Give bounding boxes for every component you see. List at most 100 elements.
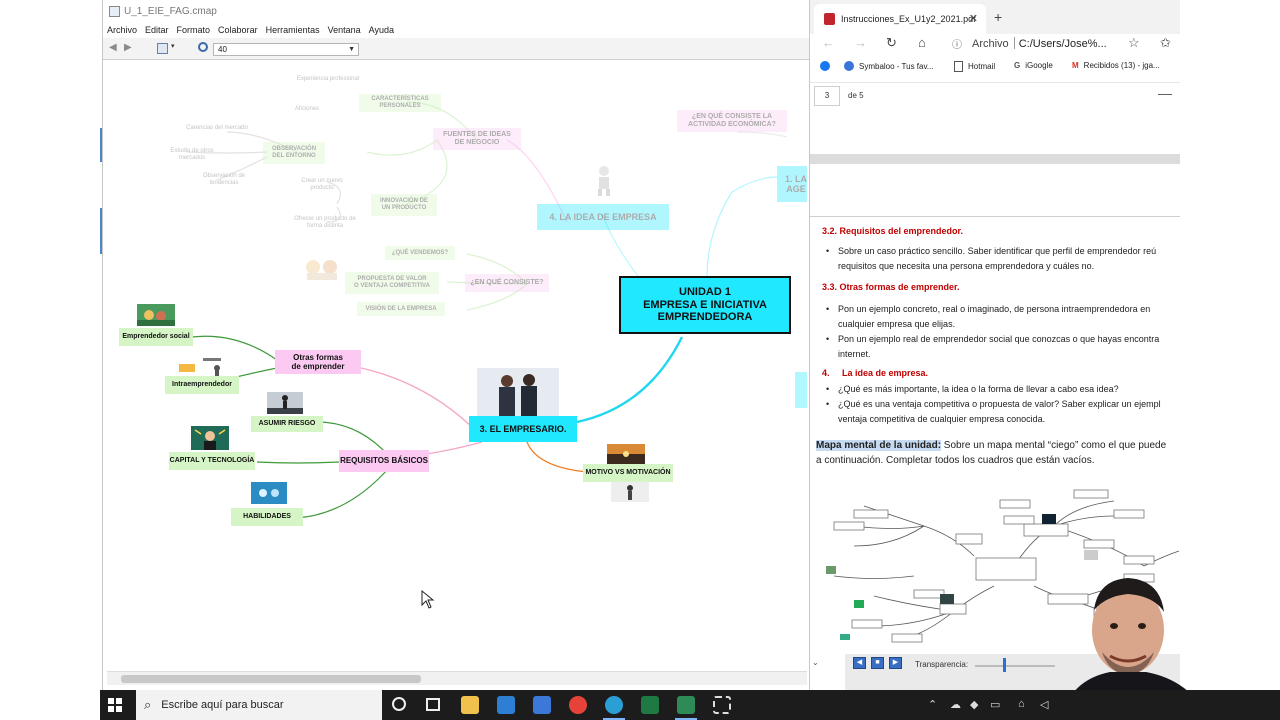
concept-ghost: Crear un nuevo producto	[301, 178, 343, 192]
paragraph-continuation: a continuación. Completar todos los cuad…	[816, 455, 1095, 466]
list-item: • Pon un ejemplo concreto, real o imagina…	[826, 304, 1151, 314]
concept-fuentes-ideas[interactable]: FUENTES DE IDEAS DE NEGOCIO	[433, 128, 521, 150]
cmaptools-icon[interactable]	[677, 696, 695, 714]
chevron-down-icon[interactable]: ⌄	[812, 658, 819, 667]
concept-habilidades[interactable]: HABILIDADES	[231, 508, 303, 526]
sunset-motivation-image	[607, 444, 645, 464]
chevron-down-icon[interactable]: ▾	[171, 42, 175, 50]
list-item-continuation: requisitos que necesita una persona empr…	[822, 259, 1181, 273]
previous-button[interactable]: ◀	[853, 657, 866, 669]
concept-vision-empresa[interactable]: VISIÓN DE LA EMPRESA	[357, 302, 445, 316]
horizontal-scrollbar[interactable]	[107, 671, 807, 685]
chevron-up-icon[interactable]: ⌃	[928, 698, 937, 711]
volume-icon[interactable]: ◁	[1040, 698, 1048, 711]
windows-start-icon[interactable]	[108, 698, 122, 712]
store-icon[interactable]	[533, 696, 551, 714]
concept-map-canvas[interactable]: Experiencia profesional Aficiones CARACT…	[107, 62, 807, 670]
concept-empresario[interactable]: 3. EL EMPRESARIO.	[469, 416, 577, 442]
snipping-tool-icon[interactable]	[713, 696, 731, 714]
favorites-list-icon[interactable]: ✩	[1160, 35, 1171, 51]
concept-propuesta-valor[interactable]: PROPUESTA DE VALOR O VENTAJA COMPETITIVA	[345, 272, 439, 294]
concept-agentes[interactable]: 1. LA AGE	[777, 166, 807, 202]
refresh-button[interactable]: ↻	[886, 35, 897, 51]
cloud-icon[interactable]: ☁	[950, 698, 961, 711]
zoom-icon[interactable]	[198, 42, 208, 52]
edge-icon[interactable]	[605, 696, 623, 714]
view-options-icon[interactable]	[157, 43, 168, 54]
transparency-slider-knob[interactable]	[1003, 658, 1006, 672]
menu-colaborar[interactable]: Colaborar	[218, 25, 258, 35]
new-tab-button[interactable]: +	[994, 9, 1002, 25]
network-icon[interactable]: ⌂	[1018, 698, 1025, 710]
back-button[interactable]: ←	[822, 35, 835, 50]
facebook-fav[interactable]	[820, 61, 830, 71]
list-item-text: ¿Qué es una ventaja competitiva o propue…	[838, 399, 1161, 409]
home-button[interactable]: ⌂	[918, 35, 926, 50]
concept-capital-tecnologia[interactable]: CAPITAL Y TECNOLOGÍA	[169, 452, 255, 470]
list-item-continuation: cualquier empresa que elijas.	[822, 317, 1181, 331]
menu-ventana[interactable]: Ventana	[328, 25, 361, 35]
page-number-input[interactable]: 3	[814, 86, 840, 106]
concept-idea-empresa[interactable]: 4. LA IDEA DE EMPRESA	[537, 204, 669, 230]
fav-igoogle[interactable]: GiGoogle	[1014, 61, 1053, 70]
excel-icon[interactable]	[641, 696, 659, 714]
concept-innovacion[interactable]: INNOVACIÓN DE UN PRODUCTO	[371, 194, 437, 216]
address-text: C:/Users/Jose%...	[1018, 37, 1107, 50]
forward-button[interactable]: →	[854, 35, 867, 50]
chevron-down-icon: ▼	[348, 46, 355, 53]
zoom-select[interactable]: 40 ▼	[213, 43, 359, 56]
list-item-continuation: ventaja competitiva de cualquier empresa…	[822, 412, 1181, 426]
chrome-icon[interactable]	[569, 696, 587, 714]
concept-requisitos-basicos[interactable]: REQUISITOS BÁSICOS	[339, 450, 429, 472]
concept-partial-node[interactable]	[795, 372, 807, 408]
back-arrow-icon[interactable]: ◀	[109, 43, 119, 53]
list-item-text: Pon un ejemplo concreto, real o imaginad…	[838, 304, 1151, 314]
forward-arrow-icon[interactable]: ▶	[124, 43, 134, 53]
list-item-text: internet.	[838, 349, 871, 359]
menu-editar[interactable]: Editar	[145, 25, 169, 35]
concept-asumir-riesgo[interactable]: ASUMIR RIESGO	[251, 416, 323, 432]
concept-emprendedor-social[interactable]: Emprendedor social	[119, 328, 193, 346]
concept-en-que-consiste[interactable]: ¿EN QUÉ CONSISTE?	[465, 274, 549, 292]
highlighted-text: Mapa mental de la unidad:	[816, 440, 942, 451]
zoom-out-button[interactable]: —	[1158, 85, 1172, 101]
next-button[interactable]: ▶	[889, 657, 902, 669]
concept-que-vendemos[interactable]: ¿QUÉ VENDEMOS?	[385, 246, 455, 260]
taskbar-search[interactable]: ⌕ Escribe aquí para buscar	[136, 690, 382, 720]
concept-actividad-economica[interactable]: ¿EN QUÉ CONSISTE LA ACTIVIDAD ECONÓMICA?	[677, 110, 787, 132]
search-icon: ⌕	[144, 697, 152, 712]
menu-formato[interactable]: Formato	[177, 25, 211, 35]
transparency-slider-track[interactable]	[975, 665, 1055, 667]
fav-symbaloo[interactable]: Symbaloo - Tus fav...	[844, 61, 934, 71]
cortana-icon[interactable]	[392, 697, 406, 711]
concept-observacion[interactable]: OBSERVACIÓN DEL ENTORNO	[263, 142, 325, 164]
close-tab-icon[interactable]: ✕	[969, 12, 978, 25]
stop-button[interactable]: ■	[871, 657, 884, 669]
address-bar[interactable]: ⓘ Archivo C:/Users/Jose%...	[952, 36, 1107, 51]
menu-ayuda[interactable]: Ayuda	[369, 25, 394, 35]
concept-central-unidad1[interactable]: UNIDAD 1 EMPRESA E INICIATIVA EMPRENDEDO…	[619, 276, 791, 334]
battery-icon[interactable]: ▭	[990, 698, 1000, 711]
address-scheme: Archivo	[972, 37, 1009, 50]
dropbox-icon[interactable]: ◆	[970, 698, 978, 711]
list-item-text: ¿Qué es más importante, la idea o la for…	[838, 384, 1119, 394]
info-icon[interactable]: ⓘ	[952, 36, 962, 51]
fav-gmail[interactable]: M Recibidos (13) - jga...	[1072, 61, 1160, 70]
file-explorer-icon[interactable]	[461, 696, 479, 714]
scrollbar-thumb[interactable]	[121, 675, 421, 683]
cmap-file-icon	[109, 5, 120, 17]
menu-archivo[interactable]: Archivo	[107, 25, 137, 35]
fav-hotmail[interactable]: Hotmail	[954, 61, 995, 72]
symbaloo-icon	[844, 61, 854, 71]
menu-herramientas[interactable]: Herramientas	[266, 25, 320, 35]
favorite-star-icon[interactable]: ☆	[1128, 35, 1140, 51]
mail-icon[interactable]	[497, 696, 515, 714]
concept-intraemprendedor[interactable]: Intraemprendedor	[165, 376, 239, 394]
task-view-icon[interactable]	[426, 698, 440, 711]
list-item-text: cualquier empresa que elijas.	[838, 319, 956, 329]
gmail-icon: M	[1072, 61, 1079, 70]
concept-otras-formas[interactable]: Otras formas de emprender	[275, 350, 361, 374]
concept-motivo-motivacion[interactable]: MOTIVO VS MOTIVACIÓN	[583, 464, 673, 482]
tab-pdf[interactable]: Instrucciones_Ex_U1y2_2021.pdf ✕	[814, 4, 986, 34]
concept-caracteristicas[interactable]: CARACTERÍSTICAS PERSONALES	[359, 94, 441, 112]
